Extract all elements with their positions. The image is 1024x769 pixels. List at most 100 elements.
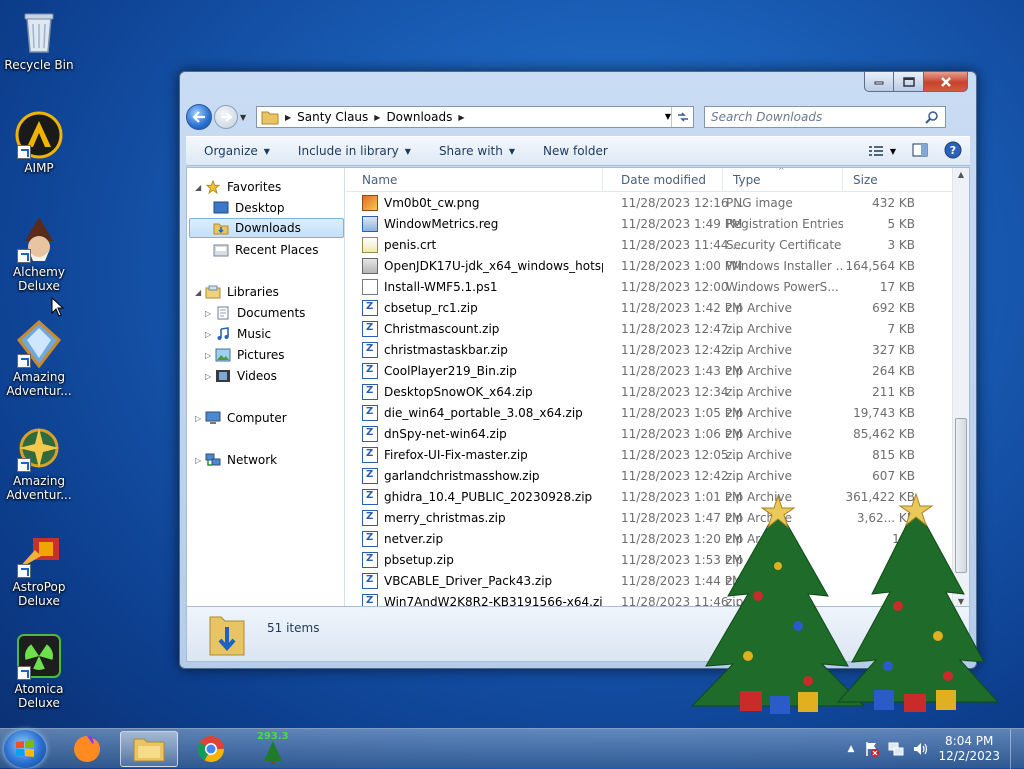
change-view-button[interactable]: ▼ (868, 145, 896, 157)
nav-computer[interactable]: ▷ Computer (195, 408, 287, 428)
nav-network[interactable]: ▷ Network (195, 450, 277, 470)
nav-pictures[interactable]: ▷ Pictures (205, 345, 285, 365)
file-row[interactable]: Christmascount.zip 11/28/2023 12:47 ...zi… (346, 318, 952, 339)
file-row[interactable]: WindowMetrics.reg 11/28/2023 1:49 PM Regis… (346, 213, 952, 234)
zip-file-icon (362, 362, 378, 379)
organize-button[interactable]: Organize ▼ (194, 144, 280, 158)
file-row[interactable]: CoolPlayer219_Bin.zip 11/28/2023 1:43 PMz… (346, 360, 952, 381)
organize-label: Organize (204, 144, 258, 158)
help-button[interactable]: ? (944, 141, 962, 162)
collapsed-triangle-icon: ▷ (205, 308, 212, 318)
recent-pages-dropdown[interactable]: ▼ (240, 113, 252, 122)
volume-icon[interactable] (912, 741, 928, 757)
atomica-deluxe-icon (15, 632, 63, 680)
clock[interactable]: 8:04 PM 12/2/2023 (938, 734, 1000, 764)
start-button[interactable] (4, 730, 46, 768)
command-bar: Organize ▼ Include in library ▼ Share with… (186, 136, 970, 166)
share-with-button[interactable]: Share with ▼ (429, 144, 525, 158)
file-row[interactable]: Install-WMF5.1.ps1 11/28/2023 12:00 ... Wi… (346, 276, 952, 297)
nav-libraries[interactable]: ◢ Libraries (195, 282, 279, 302)
new-folder-button[interactable]: New folder (533, 144, 618, 158)
scroll-up-arrow-icon[interactable]: ▲ (953, 170, 969, 179)
close-button[interactable] (924, 72, 968, 92)
file-row[interactable]: Vm0b0t_cw.png 11/28/2023 12:16 ... PNG ima… (346, 192, 952, 213)
zip-file-icon (362, 572, 378, 589)
nav-desktop[interactable]: Desktop (213, 198, 285, 218)
taskbar-explorer-button[interactable] (120, 731, 178, 767)
nav-music[interactable]: ▷ Music (205, 324, 271, 344)
back-arrow-icon (192, 111, 205, 123)
expanded-triangle-icon: ◢ (195, 182, 202, 192)
desktop-icon-label: Alchemy Deluxe (13, 265, 65, 293)
breadcrumb-downloads[interactable]: Downloads (386, 110, 452, 124)
back-button[interactable] (186, 104, 212, 130)
file-row[interactable]: garlandchristmasshow.zip 11/28/2023 12:42… (346, 465, 952, 486)
file-size: 692 KB (872, 300, 915, 315)
preview-pane-button[interactable] (912, 143, 928, 160)
search-input[interactable]: Search Downloads (704, 106, 946, 128)
file-type: PNG image (726, 195, 793, 210)
file-type: Windows PowerS... (726, 279, 839, 294)
include-in-library-button[interactable]: Include in library ▼ (288, 144, 421, 158)
nav-label: Desktop (235, 201, 285, 215)
breadcrumb-santy-claus[interactable]: Santy Claus (297, 110, 368, 124)
desktop-icon-alchemy-deluxe[interactable]: Alchemy Deluxe (0, 215, 78, 293)
file-row[interactable]: dnSpy-net-win64.zip 11/28/2023 1:06 PMzip… (346, 423, 952, 444)
address-bar[interactable]: ▶ Santy Claus ▶ Downloads ▶ ▼ (256, 106, 694, 128)
column-header-label: Type (733, 172, 761, 187)
file-row[interactable]: Firefox-UI-Fix-master.zip 11/28/2023 12:0… (346, 444, 952, 465)
desktop-icon-aimp[interactable]: AIMP (0, 111, 78, 175)
column-header-date-modified[interactable]: Date modified (603, 168, 723, 191)
file-date: 11/28/2023 1:49 PM (621, 216, 743, 231)
file-type: zip Archive (726, 321, 792, 336)
nav-downloads[interactable]: Downloads (189, 218, 344, 238)
breadcrumb-separator[interactable]: ▶ (458, 113, 464, 122)
maximize-button[interactable] (894, 72, 924, 92)
taskbar-christmas-count-button[interactable]: 293.3 (244, 731, 302, 767)
nav-label: Favorites (227, 180, 282, 194)
desktop-icon-label: Amazing Adventur... (6, 474, 72, 502)
column-header-size[interactable]: Size (843, 168, 952, 191)
file-row[interactable]: penis.crt 11/28/2023 11:44 ... Security Ce… (346, 234, 952, 255)
close-icon (940, 76, 951, 87)
zip-file-icon (362, 425, 378, 442)
nav-favorites[interactable]: ◢ Favorites (195, 177, 281, 197)
file-name: dnSpy-net-win64.zip (384, 426, 507, 441)
file-name-cell: Christmascount.zip (346, 320, 603, 337)
network-status-icon[interactable] (888, 741, 904, 757)
taskbar-firefox-button[interactable] (58, 731, 116, 767)
column-header-type[interactable]: Type ^ (723, 168, 843, 191)
file-row[interactable]: christmastaskbar.zip 11/28/2023 12:42 ...… (346, 339, 952, 360)
file-row[interactable]: DesktopSnowOK_x64.zip 11/28/2023 12:34 ..… (346, 381, 952, 402)
desktop-icon-astropop-deluxe[interactable]: AstroPop Deluxe (0, 530, 78, 608)
desktop-icon-amazing-adventures-2[interactable]: Amazing Adventur... (0, 424, 78, 502)
minimize-button[interactable] (864, 72, 894, 92)
action-center-icon[interactable] (864, 741, 880, 757)
refresh-button[interactable] (671, 107, 693, 127)
forward-button[interactable] (214, 105, 238, 129)
column-header-name[interactable]: Name (346, 168, 603, 191)
desktop-icon (213, 201, 229, 214)
file-row[interactable]: cbsetup_rc1.zip 11/28/2023 1:42 PMzip Arc… (346, 297, 952, 318)
downloads-folder-icon (213, 223, 229, 235)
show-hidden-icons-button[interactable]: ▲ (848, 744, 855, 754)
file-date: 11/28/2023 12:00 ... (621, 279, 744, 294)
nav-documents[interactable]: ▷ Documents (205, 303, 305, 323)
file-type: zip Archive (726, 468, 792, 483)
nav-recent-places[interactable]: Recent Places (213, 240, 318, 260)
file-row[interactable]: die_win64_portable_3.08_x64.zip 11/28/202… (346, 402, 952, 423)
file-row[interactable]: OpenJDK17U-jdk_x64_windows_hotspot_... 11… (346, 255, 952, 276)
file-name: WindowMetrics.reg (384, 216, 499, 231)
desktop-icon-recycle-bin[interactable]: Recycle Bin (0, 8, 78, 72)
nav-videos[interactable]: ▷ Videos (205, 366, 277, 386)
help-icon: ? (944, 141, 962, 158)
file-size: 211 KB (872, 384, 915, 399)
show-desktop-button[interactable] (1010, 729, 1024, 769)
ps1-file-icon (362, 278, 378, 295)
desktop-icon-amazing-adventures[interactable]: Amazing Adventur... (0, 319, 78, 398)
breadcrumb-separator[interactable]: ▶ (374, 113, 380, 122)
computer-icon (205, 411, 221, 424)
breadcrumb-separator[interactable]: ▶ (285, 113, 291, 122)
desktop-icon-atomica-deluxe[interactable]: Atomica Deluxe (0, 632, 78, 710)
taskbar-chrome-button[interactable] (182, 731, 240, 767)
